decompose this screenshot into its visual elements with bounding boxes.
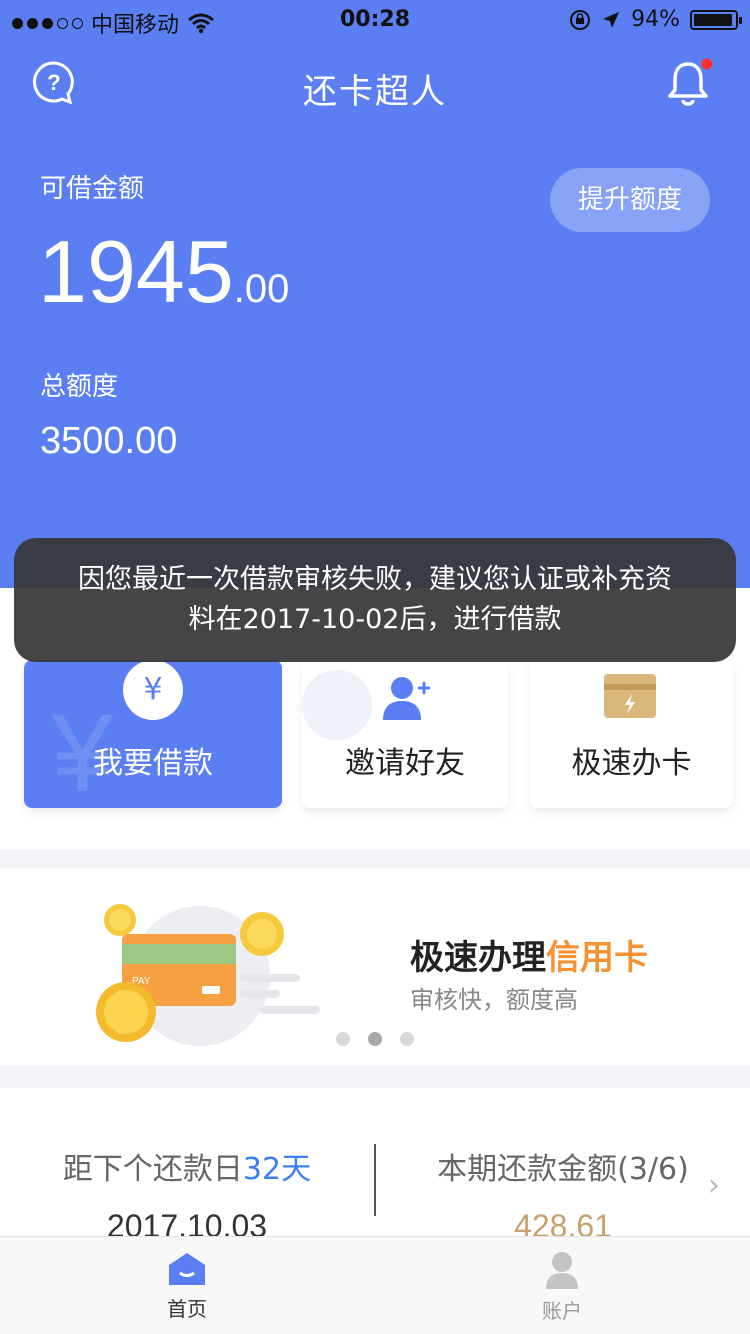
status-right: 94% (569, 7, 742, 32)
header-panel: 中国移动 00:28 94% ? 还卡超人 可借金额 1945.00 提升额度 … (0, 0, 750, 588)
total-limit-value: 3500.00 (40, 420, 178, 462)
carousel-pager[interactable] (336, 1032, 414, 1046)
current-amount-label: 本期还款金额(3/6) (437, 1152, 689, 1187)
yen-icon: ¥ (123, 660, 183, 720)
battery-percent: 94% (631, 7, 680, 32)
orientation-lock-icon (570, 9, 591, 30)
banner-title-highlight: 信用卡 (546, 938, 648, 978)
pager-dot[interactable] (336, 1032, 350, 1046)
user-icon (546, 1252, 578, 1289)
pager-dot[interactable] (400, 1032, 414, 1046)
battery-level (694, 13, 732, 26)
location-arrow-icon (603, 11, 620, 28)
battery-icon (690, 9, 742, 30)
apply-card-label: 极速办卡 (571, 746, 692, 781)
credit-card-illustration: PAY (96, 904, 320, 1046)
nav-bar: ? 还卡超人 (0, 40, 750, 128)
tab-bar: 首页 账户 (0, 1236, 750, 1334)
promo-banner[interactable]: PAY 极速办理信用卡 审核快，额度高 (0, 868, 750, 1066)
toast-line-2: 料在2017-10-02后，进行借款 (188, 604, 562, 635)
available-amount: 1945.00 (38, 222, 289, 339)
tab-home[interactable]: 首页 (127, 1251, 247, 1322)
next-due-label: 距下个还款日32天 (0, 1144, 374, 1188)
home-icon (169, 1253, 205, 1285)
amount-integer: 1945 (38, 222, 234, 321)
pager-dot[interactable] (368, 1032, 382, 1046)
raise-limit-button[interactable]: 提升额度 (550, 168, 710, 232)
card-icon (604, 674, 656, 718)
status-bar: 中国移动 00:28 94% (0, 0, 750, 40)
tab-home-label: 首页 (167, 1297, 207, 1321)
next-due-section: 距下个还款日32天 2017.10.03 (0, 1144, 374, 1245)
banner-title: 极速办理信用卡 (410, 930, 648, 979)
amount-decimal: .00 (233, 267, 290, 311)
invite-friends-button[interactable]: 邀请好友 (302, 660, 508, 808)
available-amount-label: 可借金额 (40, 174, 145, 204)
countdown-prefix: 距下个还款日 (62, 1152, 243, 1187)
repayment-panel[interactable]: 距下个还款日32天 2017.10.03 本期还款金额(3/6) 428.61 … (0, 1088, 750, 1244)
borrow-label: 我要借款 (93, 746, 213, 781)
error-toast: 因您最近一次借款审核失败，建议您认证或补充资 料在2017-10-02后，进行借… (14, 538, 736, 662)
tab-account-label: 账户 (542, 1299, 582, 1323)
total-limit-label: 总额度 (40, 372, 119, 402)
toast-line-1: 因您最近一次借款审核失败，建议您认证或补充资 (78, 564, 672, 595)
add-user-icon (383, 677, 430, 720)
decorative-circle (302, 670, 372, 740)
bell-icon[interactable] (666, 58, 712, 108)
current-amount-section: 本期还款金额(3/6) 428.61 (376, 1144, 750, 1245)
tab-account[interactable]: 账户 (502, 1251, 622, 1324)
banner-title-prefix: 极速办理 (410, 938, 546, 978)
countdown-days: 32天 (242, 1152, 312, 1187)
notification-badge (701, 58, 712, 70)
banner-subtitle: 审核快，额度高 (410, 986, 578, 1014)
app-title: 还卡超人 (303, 72, 447, 112)
apply-card-button[interactable]: 极速办卡 (530, 660, 733, 808)
borrow-button[interactable]: ¥ ¥ 我要借款 (24, 660, 282, 808)
invite-label: 邀请好友 (345, 746, 465, 781)
chevron-right-icon[interactable]: › (708, 1168, 720, 1203)
